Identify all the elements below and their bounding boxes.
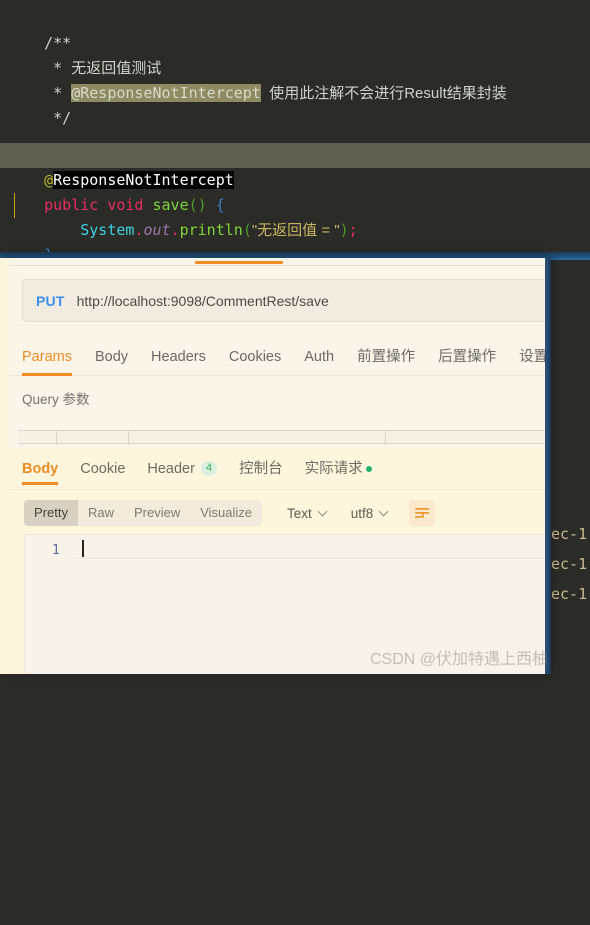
request-url-input[interactable]: http://localhost:9098/CommentRest/save	[77, 293, 329, 309]
code-line-1: /**	[8, 6, 71, 52]
comment-text-cn-2	[261, 85, 269, 102]
code-line-5: @PutMapping("save")	[8, 118, 252, 164]
response-section: Body Cookie Header 4 控制台 实际请求 Pretty Raw …	[9, 448, 546, 674]
table-column-divider	[56, 431, 57, 445]
view-mode-visualize[interactable]: Visualize	[190, 500, 262, 526]
api-client-panel: PUT http://localhost:9098/CommentRest/sa…	[0, 258, 551, 674]
code-line-4: */	[8, 81, 71, 127]
response-tab-body-label: Body	[22, 460, 59, 477]
response-tab-header-label: Header	[147, 460, 195, 477]
response-tab-console-label: 控制台	[239, 460, 283, 477]
code-line-8: System.out.println("无返回值 = ");	[8, 193, 357, 239]
view-mode-preview[interactable]: Preview	[124, 500, 190, 526]
code-line-2: * 无返回值测试	[8, 31, 161, 77]
request-tab-pre-operation[interactable]: 前置操作	[357, 338, 415, 376]
view-mode-raw[interactable]: Raw	[78, 500, 124, 526]
comment-annotation-ref: @ResponseNotIntercept	[71, 84, 261, 102]
panel-tab-strip[interactable]	[9, 258, 545, 266]
ghost-text-1: ec-1	[551, 555, 588, 573]
query-params-label: Query 参数	[22, 392, 90, 407]
ghost-text-2: ec-1	[551, 585, 588, 603]
watermark: CSDN @伏加特遇上西柚	[370, 651, 549, 668]
view-mode-segmented-control[interactable]: Pretty Raw Preview Visualize	[24, 500, 263, 526]
chevron-down-icon	[317, 506, 328, 517]
http-method-label[interactable]: PUT	[36, 293, 65, 309]
chevron-down-icon	[378, 506, 389, 517]
semicolon: ;	[348, 221, 358, 239]
line-number-1: 1	[52, 543, 60, 558]
string-literal: "无返回值 = "	[251, 222, 340, 239]
class-system: System	[80, 221, 135, 239]
response-tab-console[interactable]: 控制台	[239, 448, 283, 490]
response-tab-header[interactable]: Header 4	[147, 448, 218, 490]
text-caret	[82, 540, 84, 557]
response-tab-body[interactable]: Body	[22, 448, 59, 490]
active-line-underline	[73, 558, 546, 559]
query-params-table[interactable]	[18, 430, 551, 445]
response-tabs[interactable]: Body Cookie Header 4 控制台 实际请求	[9, 448, 545, 490]
request-tab-cookies[interactable]: Cookies	[229, 338, 281, 376]
response-tab-actual-request-label: 实际请求	[304, 460, 363, 477]
panel-right-edge	[545, 258, 551, 674]
println-close-paren: )	[339, 221, 349, 239]
code-line-3: * @ResponseNotIntercept 使用此注解不会进行Result结…	[8, 56, 507, 102]
method-println: println	[179, 221, 243, 239]
format-select-value: Text	[287, 505, 312, 521]
header-count-badge: 4	[200, 461, 218, 476]
code-line-6: @ResponseNotIntercept	[8, 143, 234, 189]
response-viewer-toolbar[interactable]: Pretty Raw Preview Visualize Text utf8	[9, 496, 545, 530]
active-tab-indicator	[195, 261, 283, 264]
response-tab-cookie-label: Cookie	[80, 460, 126, 477]
request-tab-params[interactable]: Params	[22, 338, 72, 376]
status-dot-icon	[365, 465, 372, 472]
code-line-9: }	[8, 218, 53, 264]
println-open-paren: (	[242, 221, 252, 239]
response-tab-actual-request[interactable]: 实际请求	[305, 448, 372, 490]
charset-select[interactable]: utf8	[350, 505, 389, 521]
request-tab-headers[interactable]: Headers	[151, 338, 206, 376]
request-tab-auth[interactable]: Auth	[304, 338, 334, 376]
text-wrap-icon	[415, 508, 430, 519]
response-tab-cookie[interactable]: Cookie	[80, 448, 125, 490]
text-wrap-button[interactable]	[409, 500, 436, 526]
request-tabs[interactable]: Params Body Headers Cookies Auth 前置操作 后置…	[9, 338, 548, 376]
charset-select-value: utf8	[350, 505, 374, 521]
code-line-7: public void save() {	[8, 168, 225, 214]
dot-2: .	[170, 221, 180, 239]
view-mode-pretty[interactable]: Pretty	[24, 500, 78, 526]
ghost-text-0: ec-1	[551, 525, 588, 543]
table-column-divider	[385, 431, 386, 445]
request-tab-body[interactable]: Body	[95, 338, 128, 376]
request-tab-settings[interactable]: 设置	[519, 338, 548, 376]
request-url-bar[interactable]: PUT http://localhost:9098/CommentRest/sa…	[22, 279, 551, 322]
panel-left-strip	[0, 258, 9, 674]
table-column-divider	[128, 431, 129, 445]
field-out: out	[143, 221, 171, 239]
comment-text-cn-2b: 使用此注解不会进行Result结果封装	[269, 85, 507, 102]
format-select[interactable]: Text	[287, 505, 328, 521]
request-tab-post-operation[interactable]: 后置操作	[438, 338, 496, 376]
